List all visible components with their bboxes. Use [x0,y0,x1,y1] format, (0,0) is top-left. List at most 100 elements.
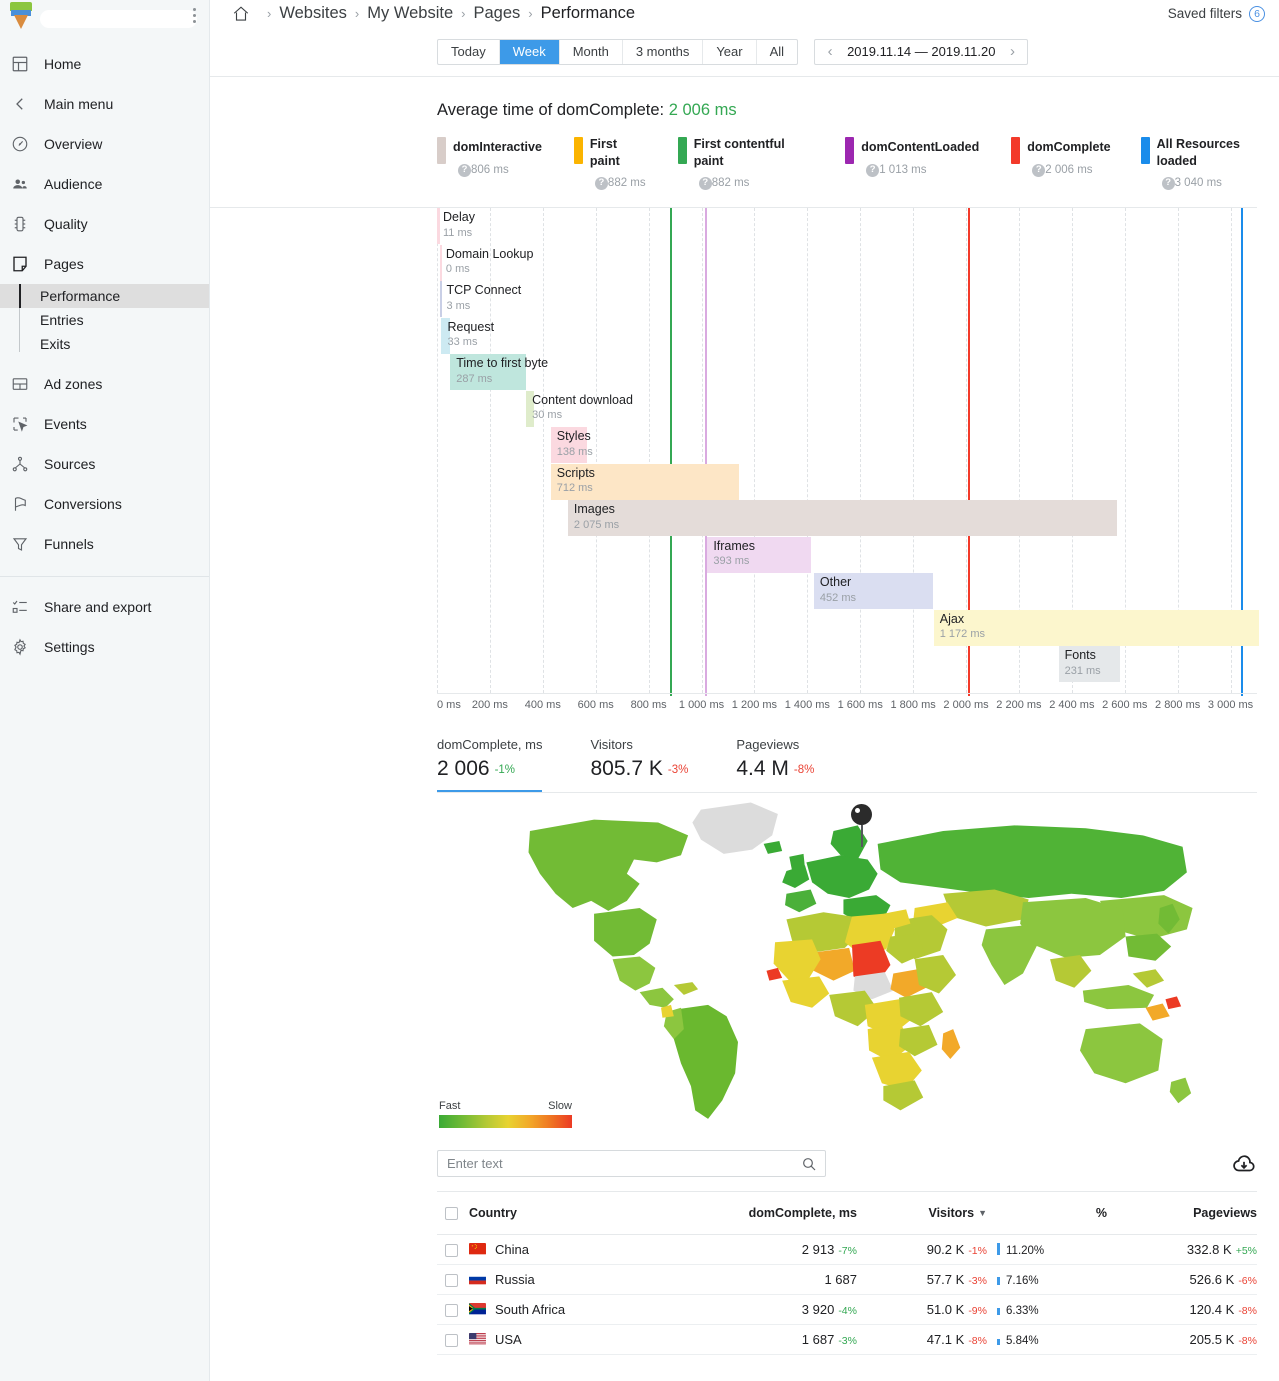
row-select-cell [437,1264,469,1295]
waterfall-bar [707,536,812,573]
kpi-tab-pageviews[interactable]: Pageviews 4.4 M -8% [736,737,814,793]
waterfall-row[interactable]: Scripts 712 ms [550,463,1257,500]
column-header-percent[interactable]: % [987,1192,1107,1235]
breadcrumb-websites[interactable]: Websites [279,4,347,23]
chevron-right-icon[interactable]: › [1001,40,1023,64]
table-row[interactable]: Russia 1 687 57.7 K -3% 7.16% 526.6 K -6% [437,1264,1257,1295]
help-icon[interactable]: ? [594,177,608,191]
sidebar-item-conversions[interactable]: Conversions [0,484,209,524]
waterfall-bar-label: Request 33 ms [447,320,494,350]
sidebar-item-sources[interactable]: Sources [0,444,209,484]
saved-filters-button[interactable]: Saved filters 6 [1168,5,1265,22]
row-checkbox[interactable] [445,1303,458,1317]
waterfall-row[interactable]: Domain Lookup 0 ms [439,244,1257,281]
column-header-pageviews[interactable]: Pageviews [1107,1192,1257,1235]
waterfall-x-axis: 0 ms 200 ms 400 ms 600 ms 800 ms 1 000 ms 1 20… [437,693,1257,715]
kpi-tab-visitors[interactable]: Visitors 805.7 K -3% [590,737,688,793]
cell-delta: -4% [838,1304,857,1317]
home-icon[interactable] [232,5,250,23]
waterfall-row[interactable]: Styles 138 ms [550,427,1257,464]
cell-visitors: 51.0 K -9% [857,1294,987,1325]
sidebar-item-main-menu[interactable]: Main menu [0,84,209,124]
x-axis-tick: 2 200 ms [996,699,1042,712]
help-icon[interactable]: ? [458,163,471,177]
waterfall-row[interactable]: Content download 30 ms [526,390,1257,427]
waterfall-bar [567,500,1117,537]
table-row[interactable]: China 2 913 -7% 90.2 K -1% 11.20% 332.8 K +5% [437,1234,1257,1265]
more-options-icon[interactable] [193,8,197,23]
waterfall-row[interactable]: TCP Connect 3 ms [440,281,1257,318]
chevron-left-icon[interactable]: ‹ [819,40,841,64]
waterfall-row[interactable]: Other 452 ms [813,573,1257,610]
sidebar-item-performance[interactable]: Performance [0,284,209,308]
period-tab-all[interactable]: All [757,40,797,64]
waterfall-row[interactable]: Delay 11 ms [437,208,1257,245]
column-header-visitors[interactable]: Visitors ▼ [857,1192,987,1235]
table-row[interactable]: South Africa 3 920 -4% 51.0 K -9% 6.33% 120.4 … [437,1294,1257,1325]
table-header: Country domComplete, ms Visitors ▼ % Page… [437,1192,1257,1235]
cell-delta: +5% [1235,1244,1257,1257]
waterfall-row[interactable]: Request 33 ms [441,317,1257,354]
cell-delta: -9% [968,1304,987,1317]
bar-name: Request [447,319,495,334]
period-tab-week[interactable]: Week [499,39,560,64]
sidebar-item-label: Events [44,416,87,432]
legend-color-swatch [1140,137,1150,164]
search-input[interactable] [438,1151,825,1177]
row-checkbox[interactable] [445,1273,458,1287]
waterfall-row[interactable]: Iframes 393 ms [707,536,1257,573]
waterfall-row[interactable]: Ajax 1 172 ms [933,609,1260,646]
sidebar-item-label: Main menu [44,96,114,112]
row-checkbox[interactable] [445,1243,458,1257]
sidebar-item-events[interactable]: Events [0,404,209,444]
x-axis-tick: 800 ms [630,699,667,712]
sidebar-item-share-and-export[interactable]: Share and export [0,587,209,627]
waterfall-row[interactable]: Images 2 075 ms [567,500,1257,537]
table-row[interactable]: USA 1 687 -3% 47.1 K -8% 5.84% 205.5 K -8% [437,1324,1257,1355]
page-icon [10,254,30,274]
sidebar-item-pages[interactable]: Pages [0,244,209,284]
sidebar-item-overview[interactable]: Overview [0,124,209,164]
legend-text: First contentful paint? 882 ms [694,136,787,193]
period-tab-today[interactable]: Today [438,39,500,64]
sidebar-item-entries[interactable]: Entries [0,308,209,332]
table-toolbar [437,1136,1257,1193]
cloud-download-icon[interactable] [1231,1151,1257,1177]
breadcrumb-pages[interactable]: Pages [473,4,520,23]
sidebar-item-ad-zones[interactable]: Ad zones [0,364,209,404]
legend-item-first-contentful-paint: First contentful paint? 882 ms [677,136,787,193]
period-tab-3-months[interactable]: 3 months [623,39,704,64]
sidebar-item-home[interactable]: Home [0,44,209,84]
sidebar-item-quality[interactable]: Quality [0,204,209,244]
period-tab-year[interactable]: Year [703,39,757,64]
help-icon[interactable]: ? [1032,163,1046,177]
column-header-country[interactable]: Country [469,1192,657,1235]
search-icon[interactable] [801,1156,817,1172]
waterfall-row[interactable]: Fonts 231 ms [1058,646,1257,683]
kpi-tab-domcomplete-ms[interactable]: domComplete, ms 2 006 -1% [437,737,543,794]
waterfall-row[interactable]: Time to first byte 287 ms [450,354,1257,391]
sidebar-item-funnels[interactable]: Funnels [0,524,209,564]
help-icon[interactable]: ? [866,163,880,177]
sidebar-item-audience[interactable]: Audience [0,164,209,204]
kpi-delta: -8% [793,764,815,777]
bar-name: Domain Lookup [445,246,534,261]
cell-country: South Africa [469,1294,657,1325]
help-icon[interactable]: ? [698,177,712,191]
help-icon[interactable]: ? [1161,177,1175,191]
column-header-domcomplete[interactable]: domComplete, ms [657,1192,857,1235]
traffic-light-icon [10,214,30,234]
page-title-value: 2 006 ms [668,101,737,119]
sidebar-item-settings[interactable]: Settings [0,627,209,667]
select-all-checkbox[interactable] [445,1206,458,1220]
period-tab-month[interactable]: Month [560,39,623,64]
cell-pageviews: 120.4 K -8% [1107,1294,1257,1325]
legend-item-domcontentloaded: domContentLoaded? 1 013 ms [845,136,979,179]
map-marker-pin[interactable] [851,804,873,848]
breadcrumb: › Websites › My Website › Pages › Perfor… [232,4,1168,23]
sidebar-item-exits[interactable]: Exits [0,332,209,356]
breadcrumb-my-website[interactable]: My Website [367,4,453,23]
x-axis-tick: 1 400 ms [784,699,830,712]
row-checkbox[interactable] [445,1333,458,1347]
world-map[interactable]: Fast Slow [437,794,1257,1137]
